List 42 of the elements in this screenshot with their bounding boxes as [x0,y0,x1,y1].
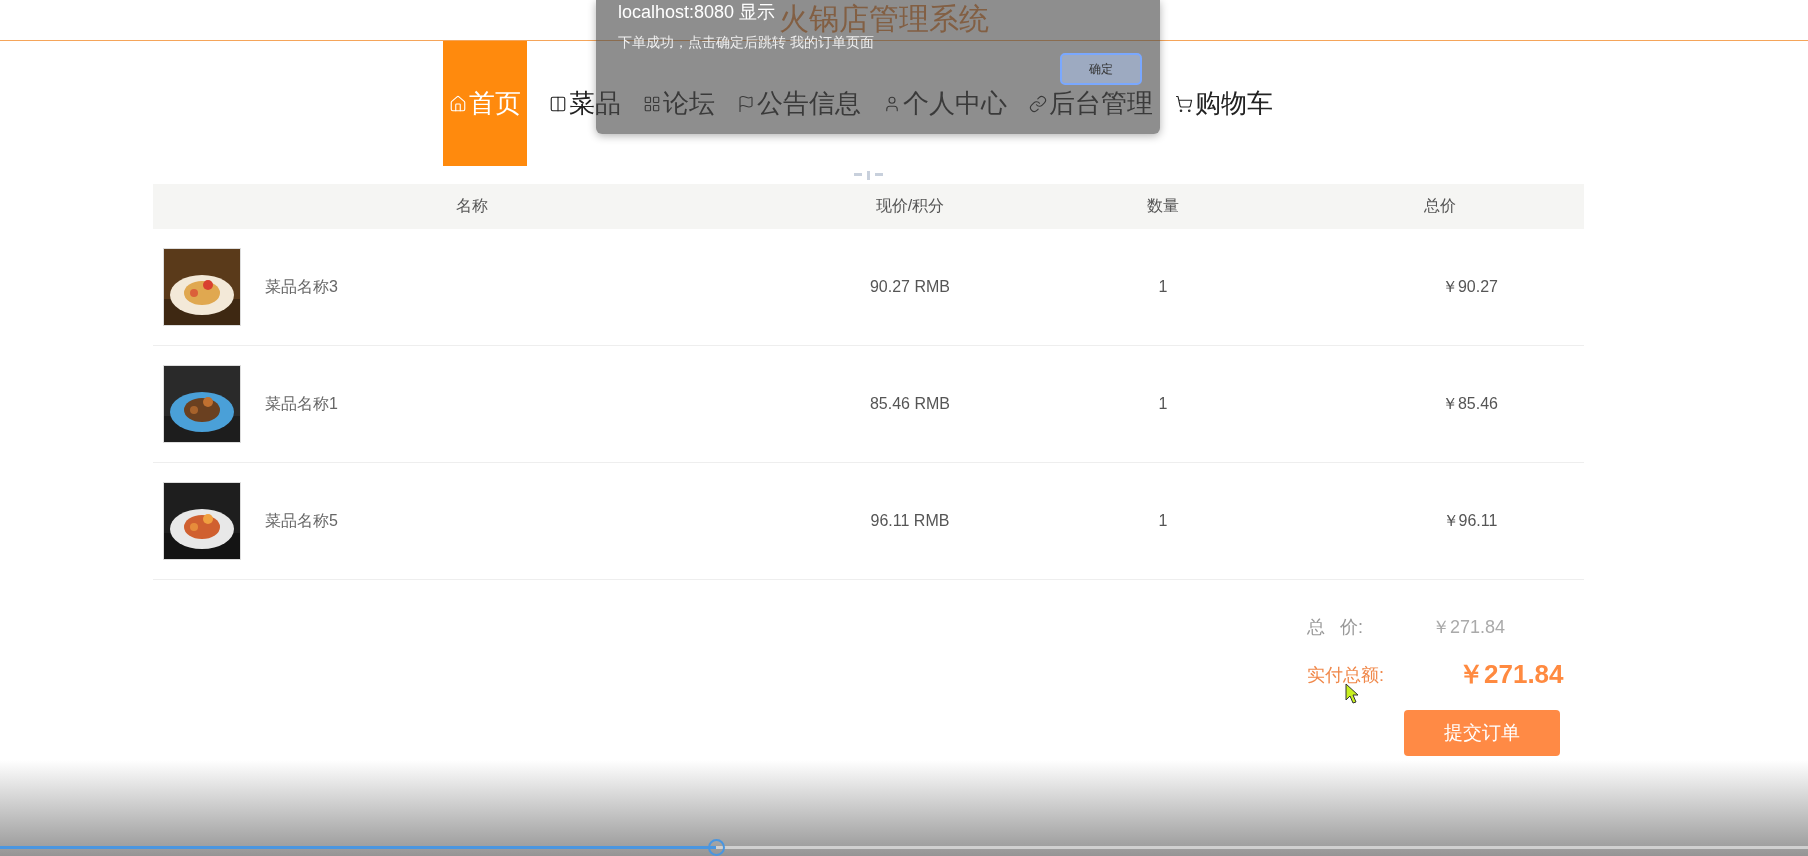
nav-link[interactable]: 后台管理 [1029,86,1153,121]
total-label: 总 价: [1307,616,1363,639]
submit-order-button[interactable]: 提交订单 [1404,710,1560,756]
user-icon [883,94,901,113]
paid-label: 实付总额: [1307,663,1384,687]
grid-icon [643,94,661,113]
progress-track[interactable] [0,839,1808,856]
dish-name: 菜品名称3 [265,276,338,297]
price-cell-text: 85.46 RMB [868,395,951,413]
quantity-cell-text: 1 [1157,512,1169,530]
link-icon [1029,94,1047,113]
price-cell-text: 90.27 RMB [868,278,951,296]
flag-icon [737,94,755,113]
nav-link[interactable]: 公告信息 [737,86,861,121]
total-cell-text: ￥96.11 [1441,510,1499,531]
cursor-icon [1345,683,1359,705]
column-header: 现价/积分 [874,196,946,216]
home-icon [449,94,467,113]
dialog-origin: localhost:8080 显示 [618,1,776,24]
total-cell-text: ￥90.27 [1440,276,1499,297]
column-header: 总价 [1423,196,1457,216]
paid-value: ￥271.84 [1458,658,1564,691]
ok-button[interactable]: 确定 [1060,53,1142,85]
dish-name: 菜品名称5 [265,510,338,531]
price-cell-text: 96.11 RMB [869,512,951,530]
dish-name: 菜品名称1 [265,393,338,414]
total-cell-text: ￥85.46 [1440,393,1499,414]
nav-link[interactable]: 论坛 [643,86,715,121]
column-header: 名称 [454,196,489,216]
total-value: ￥271.84 [1432,616,1506,639]
spinner-icon [854,170,884,180]
cart-icon [1175,94,1193,113]
nav-link[interactable]: 首页 [443,41,527,166]
column-header: 数量 [1146,196,1180,216]
quantity-cell-text: 1 [1157,278,1169,296]
nav-link[interactable]: 菜品 [549,86,621,121]
nav-link[interactable]: 购物车 [1175,86,1273,121]
quantity-cell-text: 1 [1157,395,1169,413]
columns-icon [549,94,567,113]
site-title: 火锅店管理系统 [779,1,989,35]
nav-link[interactable]: 个人中心 [883,86,1007,121]
progress-handle[interactable] [707,839,725,856]
